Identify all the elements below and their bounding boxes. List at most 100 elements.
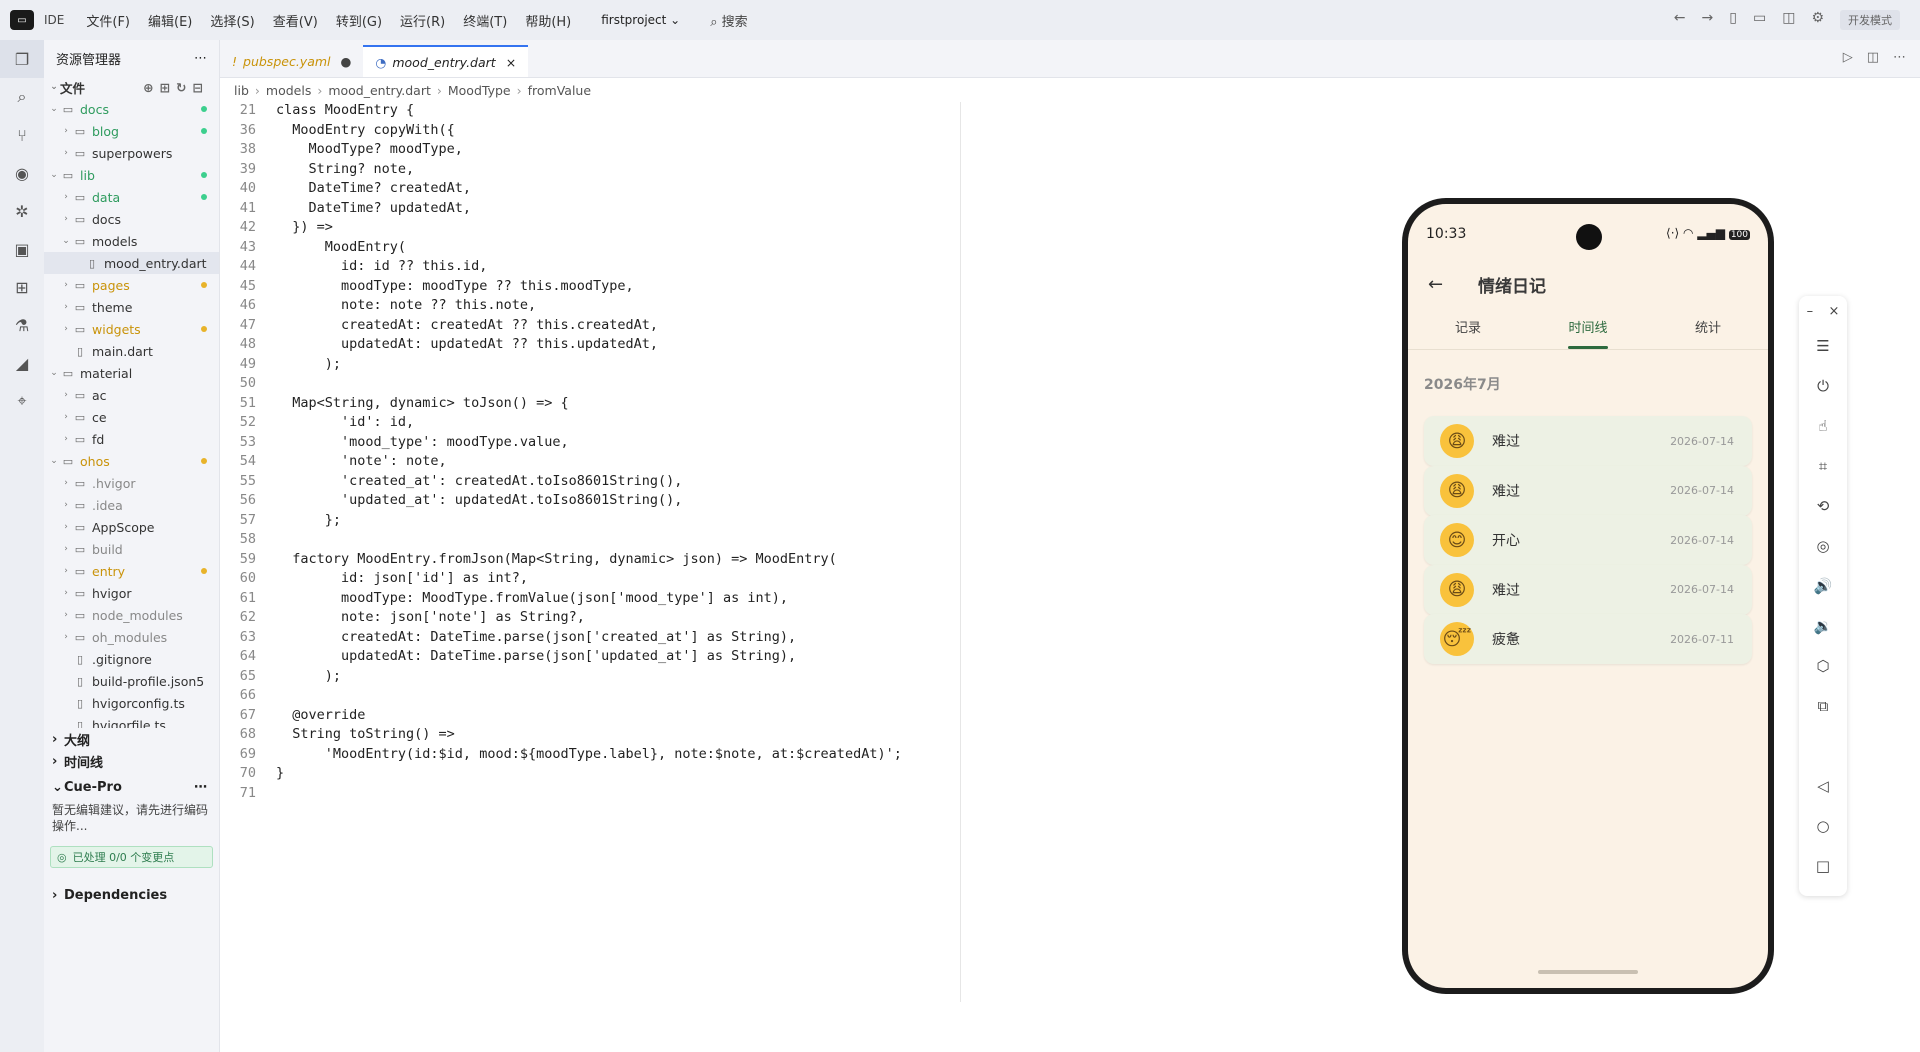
tree-folder[interactable]: › ▭ pages: [44, 274, 219, 296]
code-line[interactable]: String toString() =>: [276, 726, 455, 742]
tree-folder[interactable]: › ▭ .idea: [44, 494, 219, 516]
gear-icon[interactable]: ⚙: [1811, 10, 1824, 30]
volume-up-icon[interactable]: 🔊: [1799, 566, 1847, 606]
menu-icon[interactable]: ☰: [1799, 326, 1847, 366]
tab-mood-entry[interactable]: ◔ mood_entry.dart ×: [363, 45, 529, 77]
inspect-icon[interactable]: ⌖: [0, 382, 44, 420]
split-editor-icon[interactable]: ◫: [1867, 50, 1879, 65]
code-line[interactable]: createdAt: DateTime.parse(json['created_…: [276, 629, 796, 645]
menu-terminal[interactable]: 终端(T): [463, 11, 507, 30]
tree-folder[interactable]: › ▭ blog: [44, 120, 219, 142]
source-control-icon[interactable]: ⑂: [0, 116, 44, 154]
nav-back-icon[interactable]: ◁: [1799, 766, 1847, 806]
rotate-icon[interactable]: ⟲: [1799, 486, 1847, 526]
breadcrumb-item[interactable]: mood_entry.dart: [328, 83, 431, 98]
code-line[interactable]: id: id ?? this.id,: [276, 258, 487, 274]
tree-folder[interactable]: › ▭ node_modules: [44, 604, 219, 626]
tree-folder[interactable]: › ▭ docs: [44, 208, 219, 230]
explorer-toolbar-icons[interactable]: ⊕⊞↻⊟: [143, 80, 209, 95]
code-line[interactable]: updatedAt: updatedAt ?? this.updatedAt,: [276, 336, 658, 352]
layout-editor-icon[interactable]: ◫: [1782, 10, 1795, 30]
dependencies-section[interactable]: › Dependencies: [44, 884, 219, 906]
tree-folder[interactable]: › ▭ theme: [44, 296, 219, 318]
tree-folder[interactable]: › ▭ hvigor: [44, 582, 219, 604]
code-line[interactable]: MoodType? moodType,: [276, 141, 463, 157]
tree-folder[interactable]: › ▭ oh_modules: [44, 626, 219, 648]
layout-panel-icon[interactable]: ▭: [1753, 10, 1766, 30]
tree-folder[interactable]: › ▭ entry: [44, 560, 219, 582]
mood-entry-card[interactable]: 😩 难过 2026-07-14: [1424, 416, 1752, 466]
explorer-icon[interactable]: ❐: [0, 40, 44, 78]
tree-file[interactable]: ▯ hvigorconfig.ts: [44, 692, 219, 714]
home-indicator[interactable]: [1538, 970, 1638, 974]
code-line[interactable]: MoodEntry(: [276, 239, 406, 255]
tree-file[interactable]: ▯ mood_entry.dart: [44, 252, 219, 274]
more-icon[interactable]: ⋯: [194, 780, 207, 795]
tree-folder[interactable]: › ▭ widgets: [44, 318, 219, 340]
code-line[interactable]: note: json['note'] as String?,: [276, 609, 585, 625]
close-icon[interactable]: ×: [506, 55, 516, 70]
code-line[interactable]: };: [276, 512, 341, 528]
search-panel-icon[interactable]: ⌕: [0, 78, 44, 116]
code-line[interactable]: DateTime? updatedAt,: [276, 200, 472, 216]
tree-folder[interactable]: ⌄ ▭ docs: [44, 98, 219, 120]
menu-selection[interactable]: 选择(S): [210, 11, 254, 30]
code-line[interactable]: );: [276, 356, 341, 372]
breadcrumb-item[interactable]: lib: [234, 83, 249, 98]
code-line[interactable]: }: [276, 765, 284, 781]
menu-view[interactable]: 查看(V): [273, 11, 318, 30]
timeline-section[interactable]: › 时间线: [44, 750, 219, 772]
files-section-header[interactable]: ⌄ 文件 ⊕⊞↻⊟: [44, 76, 219, 98]
tree-folder[interactable]: › ▭ fd: [44, 428, 219, 450]
volume-down-icon[interactable]: 🔉: [1799, 606, 1847, 646]
tree-folder[interactable]: ⌄ ▭ lib: [44, 164, 219, 186]
mood-entry-card[interactable]: 😊 开心 2026-07-14: [1424, 515, 1752, 565]
close-icon[interactable]: ×: [1828, 304, 1839, 319]
tree-file[interactable]: ▯ .gitignore: [44, 648, 219, 670]
tab-record[interactable]: 记录: [1408, 304, 1528, 349]
test-icon[interactable]: ⚗: [0, 306, 44, 344]
search-box[interactable]: ⌕ 搜索: [710, 11, 747, 30]
code-line[interactable]: id: json['id'] as int?,: [276, 570, 528, 586]
tree-folder[interactable]: › ▭ .hvigor: [44, 472, 219, 494]
code-line[interactable]: String? note,: [276, 161, 415, 177]
menu-edit[interactable]: 编辑(E): [148, 11, 192, 30]
code-line[interactable]: updatedAt: DateTime.parse(json['updated_…: [276, 648, 796, 664]
code-line[interactable]: MoodEntry copyWith({: [276, 122, 455, 138]
tab-stats[interactable]: 统计: [1648, 304, 1768, 349]
code-line[interactable]: @override: [276, 707, 365, 723]
tree-folder[interactable]: ⌄ ▭ material: [44, 362, 219, 384]
tree-folder[interactable]: › ▭ data: [44, 186, 219, 208]
tree-folder[interactable]: › ▭ build: [44, 538, 219, 560]
code-line[interactable]: 'note': note,: [276, 453, 447, 469]
menu-run[interactable]: 运行(R): [400, 11, 445, 30]
code-line[interactable]: 'created_at': createdAt.toIso8601String(…: [276, 473, 682, 489]
tree-folder[interactable]: › ▭ ce: [44, 406, 219, 428]
touch-icon[interactable]: ☝: [1799, 406, 1847, 446]
back-arrow-icon[interactable]: ←: [1428, 274, 1468, 295]
tree-folder[interactable]: ⌄ ▭ models: [44, 230, 219, 252]
crop-icon[interactable]: ⌗: [1799, 446, 1847, 486]
mood-entry-card[interactable]: 😩 难过 2026-07-14: [1424, 564, 1752, 615]
breadcrumb-item[interactable]: MoodType: [448, 83, 511, 98]
code-line[interactable]: moodType: moodType ?? this.moodType,: [276, 278, 634, 294]
layout-sidebar-icon[interactable]: ▯: [1729, 10, 1737, 30]
dev-mode-label[interactable]: 开发模式: [1840, 10, 1900, 30]
flutter-icon[interactable]: ◢: [0, 344, 44, 382]
cue-section-header[interactable]: ⌄Cue-Pro ⋯: [44, 776, 219, 798]
tree-file[interactable]: ▯ build-profile.json5: [44, 670, 219, 692]
code-line[interactable]: 'MoodEntry(id:$id, mood:${moodType.label…: [276, 746, 902, 762]
debug-icon[interactable]: ✲: [0, 192, 44, 230]
breadcrumb-item[interactable]: fromValue: [528, 83, 591, 98]
tree-folder[interactable]: › ▭ AppScope: [44, 516, 219, 538]
tree-file[interactable]: ▯ main.dart: [44, 340, 219, 362]
code-line[interactable]: }) =>: [276, 219, 333, 235]
code-line[interactable]: DateTime? createdAt,: [276, 180, 472, 196]
preview-icon[interactable]: ◉: [0, 154, 44, 192]
more-icon[interactable]: ⋯: [194, 51, 207, 66]
tab-timeline[interactable]: 时间线: [1528, 304, 1648, 349]
code-line[interactable]: );: [276, 668, 341, 684]
phone-screen[interactable]: 10:33 ⟨·⟩ ◠ ▂▄▆ 100 ← 情绪日记 记录 时间线 统计 202…: [1408, 204, 1768, 988]
code-line[interactable]: class MoodEntry {: [276, 102, 414, 118]
menu-file[interactable]: 文件(F): [86, 11, 130, 30]
